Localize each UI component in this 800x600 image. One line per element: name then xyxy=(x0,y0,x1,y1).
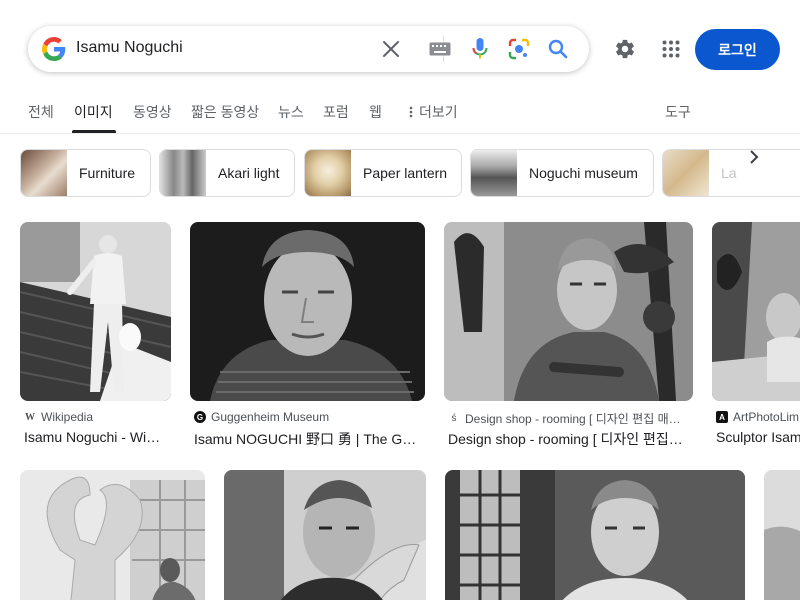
keyboard-icon[interactable] xyxy=(428,37,452,61)
result-source: A ArtPhotoLim xyxy=(716,410,799,424)
image-result[interactable]: ś Design shop - rooming [ 디자인 편집 매… Desi… xyxy=(444,222,694,447)
tab-short-videos[interactable]: 짧은 동영상 xyxy=(191,102,259,122)
chip-more[interactable]: La xyxy=(662,149,800,197)
search-input[interactable]: Isamu Noguchi xyxy=(76,39,183,57)
result-image[interactable] xyxy=(190,222,425,401)
result-image[interactable] xyxy=(224,470,426,600)
tab-videos[interactable]: 동영상 xyxy=(133,102,172,122)
mic-icon[interactable] xyxy=(468,37,492,61)
source-label: Guggenheim Museum xyxy=(211,410,330,424)
tab-web[interactable]: 웹 xyxy=(369,102,382,122)
chip-thumbnail xyxy=(305,150,351,196)
result-image[interactable] xyxy=(20,222,171,401)
result-image[interactable] xyxy=(444,222,693,401)
result-image[interactable] xyxy=(20,470,205,600)
more-vert-icon xyxy=(409,106,413,118)
chip-label: Paper lantern xyxy=(363,165,448,181)
image-result[interactable] xyxy=(764,470,800,600)
result-title[interactable]: Isamu NOGUCHI 野口 勇 | The G… xyxy=(194,429,426,449)
chip-furniture[interactable]: Furniture xyxy=(20,149,151,197)
chip-label: La xyxy=(721,165,737,181)
google-logo-icon xyxy=(42,37,66,61)
tab-images[interactable]: 이미지 xyxy=(74,102,113,122)
tab-all[interactable]: 전체 xyxy=(28,102,54,122)
settings-icon[interactable] xyxy=(613,37,637,61)
chip-thumbnail xyxy=(160,150,206,196)
chip-noguchi-museum[interactable]: Noguchi museum xyxy=(470,149,654,197)
result-image[interactable] xyxy=(712,222,800,401)
result-source: ś Design shop - rooming [ 디자인 편집 매… xyxy=(448,410,681,427)
tab-tools[interactable]: 도구 xyxy=(665,102,691,122)
search-box[interactable]: Isamu Noguchi xyxy=(28,26,589,72)
image-result[interactable]: G Guggenheim Museum Isamu NOGUCHI 野口 勇 |… xyxy=(190,222,426,447)
chip-thumbnail xyxy=(663,150,709,196)
chip-label: Furniture xyxy=(79,165,136,181)
tab-bar: 전체 이미지 동영상 짧은 동영상 뉴스 포럼 웹 더보기 도구 xyxy=(0,98,800,134)
chip-label: Noguchi museum xyxy=(529,165,638,181)
tab-news[interactable]: 뉴스 xyxy=(278,102,304,122)
chip-akari-light[interactable]: Akari light xyxy=(159,149,295,197)
apps-icon[interactable] xyxy=(659,37,683,61)
result-title[interactable]: Sculptor Isam xyxy=(716,429,800,445)
chip-paper-lantern[interactable]: Paper lantern xyxy=(304,149,462,197)
clear-icon[interactable] xyxy=(379,37,403,61)
result-source: W Wikipedia xyxy=(24,410,93,424)
active-tab-indicator xyxy=(72,130,116,133)
tab-more[interactable]: 더보기 xyxy=(409,102,458,122)
source-label: ArtPhotoLim xyxy=(733,410,800,424)
artphotolimited-favicon-icon: A xyxy=(716,411,728,423)
tab-forums[interactable]: 포럼 xyxy=(323,102,349,122)
chip-thumbnail xyxy=(21,150,67,196)
login-button[interactable]: 로그인 xyxy=(695,29,780,70)
source-label: Wikipedia xyxy=(41,410,94,424)
result-title[interactable]: Isamu Noguchi - Wi… xyxy=(24,429,174,445)
chip-label: Akari light xyxy=(218,165,280,181)
tab-more-label: 더보기 xyxy=(419,104,458,120)
rooming-favicon-icon: ś xyxy=(451,413,457,424)
lens-icon[interactable] xyxy=(507,37,531,61)
image-result[interactable] xyxy=(20,470,205,600)
result-image[interactable] xyxy=(445,470,745,600)
chip-thumbnail xyxy=(471,150,517,196)
search-icon[interactable] xyxy=(546,37,570,61)
source-label: Design shop - rooming [ 디자인 편집 매… xyxy=(465,412,681,426)
image-result[interactable] xyxy=(445,470,745,600)
guggenheim-favicon-icon: G xyxy=(194,411,206,423)
result-source: G Guggenheim Museum xyxy=(194,410,329,424)
image-result[interactable]: W Wikipedia Isamu Noguchi - Wi… xyxy=(20,222,171,447)
image-result[interactable] xyxy=(224,470,426,600)
result-title[interactable]: Design shop - rooming [ 디자인 편집… xyxy=(448,429,692,449)
chevron-right-icon[interactable] xyxy=(744,147,764,167)
image-result[interactable]: A ArtPhotoLim Sculptor Isam xyxy=(712,222,800,447)
wikipedia-favicon-icon: W xyxy=(25,411,35,423)
result-image[interactable] xyxy=(764,470,800,600)
